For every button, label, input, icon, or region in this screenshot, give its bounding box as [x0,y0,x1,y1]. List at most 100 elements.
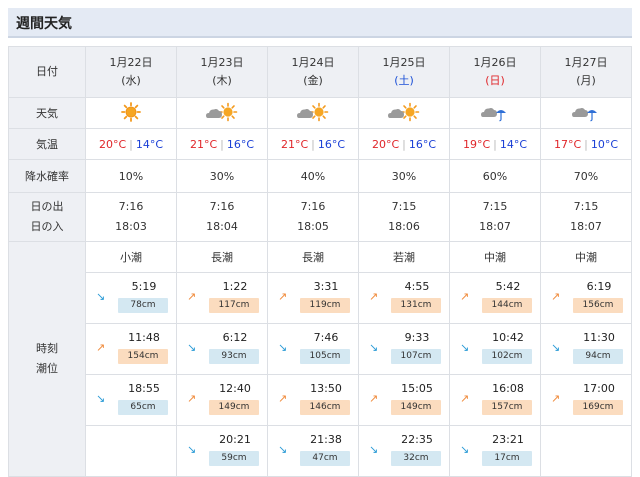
tide-time: 1:22 [222,280,248,293]
sunset-time: 18:03 [115,220,147,233]
tide-cell: ↗ 6:19 156cm [540,272,632,324]
rain-probability: 70% [540,159,632,193]
date-cell: 1月25日 (土) [358,46,450,98]
tide-level-badge: 102cm [482,349,532,364]
sunset-label: 日の入 [30,220,64,233]
date-text: 1月24日 [291,56,335,69]
tide-cell: ↗ 12:40 149cm [176,374,268,426]
day-of-week: (土) [394,74,414,87]
weekly-weather-table: 日付 1月22日 (水) 1月23日 (木) 1月24日 (金) 1月25日 (土) 1月26日… [8,46,632,477]
weather-cell [85,97,177,129]
sunrise-time: 7:16 [300,200,326,213]
tide-time: 13:50 [310,382,342,395]
tide-rising-arrow-icon: ↗ [278,290,288,303]
tide-cell: ↘ 10:42 102cm [449,323,541,375]
tide-level-badge: 107cm [391,349,441,364]
temp-separator: | [402,137,406,151]
tide-cell: ↘ 18:55 65cm [85,374,177,426]
temp-separator: | [493,137,497,151]
tide-name: 中潮 [540,241,632,273]
tide-time: 9:33 [404,331,430,344]
tide-time: 23:21 [492,433,524,446]
low-temp: 14°C [135,137,164,151]
temp-separator: | [220,137,224,151]
weather-cell [267,97,359,129]
rain-probability: 30% [176,159,268,193]
high-temp: 21°C [189,137,218,151]
tide-time: 6:12 [222,331,248,344]
sun-times-cell: 7:15 18:07 [449,192,541,242]
sunrise-time: 7:15 [573,200,599,213]
tide-level-badge: 149cm [391,400,441,415]
date-cell: 1月27日 (月) [540,46,632,98]
tide-falling-arrow-icon: ↘ [369,341,379,354]
tide-cell: ↘ 7:46 105cm [267,323,359,375]
rain-probability: 60% [449,159,541,193]
tide-rising-arrow-icon: ↗ [369,392,379,405]
sun-times-cell: 7:16 18:05 [267,192,359,242]
cloudy-rain-icon [571,102,601,125]
tide-level-badge: 59cm [209,451,259,466]
date-text: 1月23日 [200,56,244,69]
tide-level-badge: 169cm [573,400,623,415]
row-label-tide: 時刻 潮位 [8,241,86,477]
sunrise-time: 7:16 [118,200,144,213]
tide-rising-arrow-icon: ↗ [187,290,197,303]
sunset-time: 18:05 [297,220,329,233]
tide-cell: ↗ 16:08 157cm [449,374,541,426]
tide-level-badge: 78cm [118,298,168,313]
date-cell: 1月22日 (水) [85,46,177,98]
day-of-week: (木) [212,74,232,87]
row-label-rain: 降水確率 [8,159,86,193]
tide-cell: ↗ 4:55 131cm [358,272,450,324]
date-text: 1月27日 [564,56,608,69]
date-cell: 1月24日 (金) [267,46,359,98]
tide-time: 6:19 [586,280,612,293]
section-title: 週間天気 [16,16,72,32]
date-text: 1月22日 [109,56,153,69]
tide-level-badge: 146cm [300,400,350,415]
cloudy-rain-icon [480,102,510,125]
tide-level-badge: 157cm [482,400,532,415]
rain-probability: 40% [267,159,359,193]
weather-cell [449,97,541,129]
tide-level-badge: 154cm [118,349,168,364]
tide-rising-arrow-icon: ↗ [460,290,470,303]
sun-times-cell: 7:15 18:07 [540,192,632,242]
section-header: 週間天気 [8,8,632,38]
tide-falling-arrow-icon: ↘ [369,443,379,456]
tide-cell: ↗ 15:05 149cm [358,374,450,426]
rain-probability: 30% [358,159,450,193]
temperature-cell: 20°C | 16°C [358,128,450,160]
rain-probability: 10% [85,159,177,193]
tide-falling-arrow-icon: ↘ [187,341,197,354]
tide-time: 3:31 [313,280,339,293]
tide-rising-arrow-icon: ↗ [460,392,470,405]
row-label-temperature: 気温 [8,128,86,160]
tide-time-label: 時刻 [36,342,58,355]
tide-cell-empty [85,425,177,477]
tide-cell: ↗ 5:42 144cm [449,272,541,324]
sun-times-cell: 7:16 18:04 [176,192,268,242]
tide-level-badge: 119cm [300,298,350,313]
day-of-week: (水) [121,74,141,87]
tide-level-badge: 131cm [391,298,441,313]
tide-cell: ↗ 11:48 154cm [85,323,177,375]
high-temp: 17°C [553,137,582,151]
tide-cell: ↘ 22:35 32cm [358,425,450,477]
tide-rising-arrow-icon: ↗ [96,341,106,354]
cloudy-sunny-icon [205,102,239,125]
tide-time: 18:55 [128,382,160,395]
cloudy-sunny-icon [296,102,330,125]
sunrise-sunset-row: 日の出 日の入 7:16 18:03 7:16 18:04 7:16 18:05 7:15 1… [8,192,632,242]
tide-row: ↘ 20:21 59cm ↘ 21:38 47cm ↘ 22:35 32cm ↘ 23:21 17cm [9,425,632,477]
weather-cell [176,97,268,129]
sunrise-time: 7:15 [482,200,508,213]
tide-cell: ↘ 21:38 47cm [267,425,359,477]
date-text: 1月26日 [473,56,517,69]
date-text: 1月25日 [382,56,426,69]
tide-cell: ↗ 1:22 117cm [176,272,268,324]
tide-level-label: 潮位 [36,362,58,375]
sunset-time: 18:06 [388,220,420,233]
tide-cell: ↘ 6:12 93cm [176,323,268,375]
